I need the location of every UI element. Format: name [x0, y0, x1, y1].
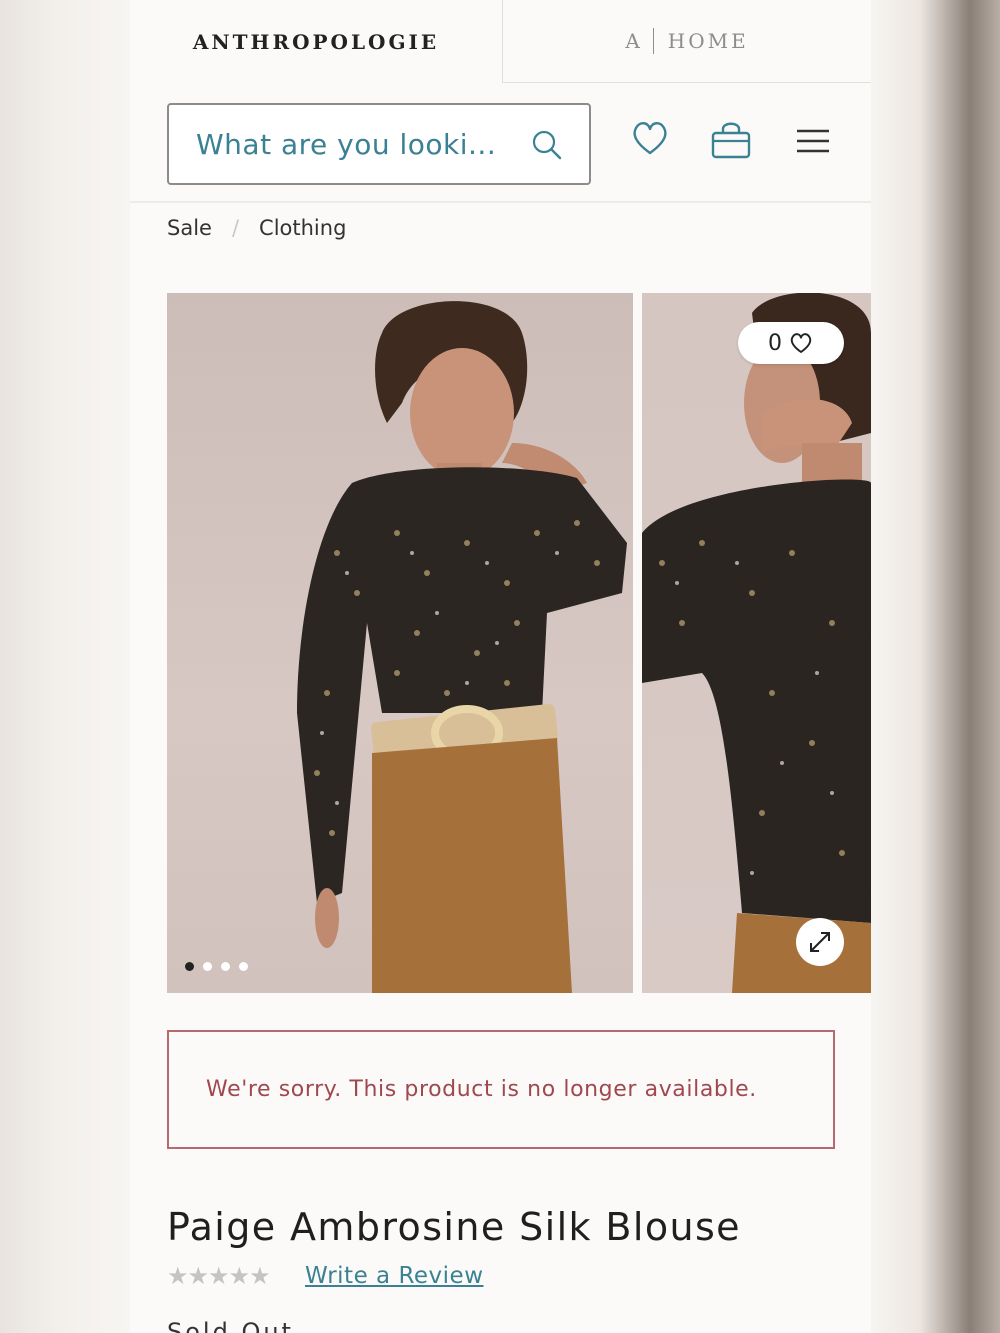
home-tab-prefix: A [625, 29, 643, 53]
unavailable-alert: We're sorry. This product is no longer a… [167, 1030, 835, 1149]
write-review-link[interactable]: Write a Review [305, 1263, 484, 1289]
breadcrumb-item-clothing[interactable]: Clothing [259, 216, 346, 240]
model-illustration-side [642, 293, 871, 993]
hamburger-menu-icon[interactable] [797, 128, 829, 154]
like-count-button[interactable]: 0 [738, 322, 844, 364]
search-placeholder: What are you looki... [196, 127, 497, 161]
product-image-secondary[interactable] [642, 293, 871, 993]
heart-outline-icon [790, 333, 812, 353]
gallery-dot[interactable] [185, 962, 194, 971]
gallery-dot[interactable] [221, 962, 230, 971]
expand-image-button[interactable] [796, 918, 844, 966]
brand-tab-anthropologie[interactable]: ANTHROPOLOGIE [130, 0, 502, 83]
product-image-main[interactable] [167, 293, 633, 993]
search-icon[interactable] [531, 129, 563, 161]
breadcrumb: Sale / Clothing [167, 216, 346, 240]
alert-message: We're sorry. This product is no longer a… [206, 1077, 757, 1102]
shopping-bag-icon[interactable] [710, 120, 752, 160]
like-count: 0 [768, 330, 782, 356]
rating-stars: ★★★★★ [167, 1262, 271, 1290]
search-input[interactable]: What are you looki... [167, 103, 591, 185]
heart-icon[interactable] [630, 118, 670, 158]
gallery-dot[interactable] [203, 962, 212, 971]
gallery-dot[interactable] [239, 962, 248, 971]
model-illustration [297, 301, 627, 993]
home-tab-label: HOME [667, 29, 749, 53]
gallery-pagination[interactable] [185, 962, 248, 971]
product-page: ANTHROPOLOGIE A HOME What are you looki.… [130, 0, 871, 1333]
header-divider [130, 201, 871, 203]
breadcrumb-separator: / [231, 216, 240, 240]
tab-separator [652, 28, 654, 54]
expand-arrows-icon [810, 932, 830, 952]
brand-logo-text: ANTHROPOLOGIE [192, 29, 440, 54]
breadcrumb-item-sale[interactable]: Sale [167, 216, 212, 240]
stock-status: Sold Out [167, 1318, 294, 1333]
product-title: Paige Ambrosine Silk Blouse [167, 1205, 741, 1249]
brand-tab-home[interactable]: A HOME [502, 0, 871, 83]
